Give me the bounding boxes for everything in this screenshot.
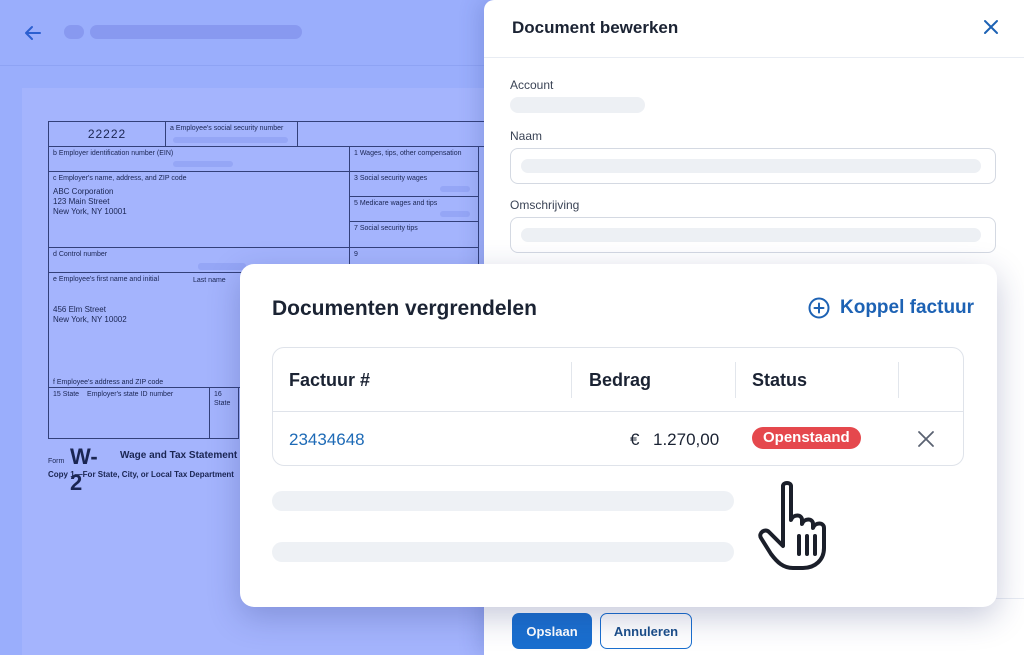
amount-value: 1.270,00 bbox=[653, 430, 720, 449]
form-word: Form bbox=[48, 458, 65, 465]
copy-line: Copy 1—For State, City, or Local Tax Dep… bbox=[48, 470, 234, 479]
w2-box-7-label: 7 Social security tips bbox=[354, 225, 418, 232]
table-header: Factuur # Bedrag Status bbox=[273, 348, 963, 412]
w2-box-16-label: 16 State bbox=[214, 391, 231, 407]
employee-city: New York, NY 10002 bbox=[53, 315, 127, 324]
content-placeholder bbox=[272, 491, 734, 511]
app-topbar bbox=[0, 0, 484, 66]
naam-value-placeholder bbox=[521, 159, 981, 173]
w2-box-15b-label: Employer's state ID number bbox=[87, 391, 174, 398]
w2-box-9-label: 9 bbox=[354, 251, 358, 258]
hand-pointer-icon bbox=[758, 481, 826, 570]
column-divider bbox=[735, 362, 736, 398]
box-5-placeholder bbox=[440, 211, 470, 217]
table-row: 23434648 € 1.270,00 Openstaand bbox=[273, 412, 963, 467]
w2-box-a: a Employee's social security number bbox=[165, 121, 298, 147]
w2-box-3-label: 3 Social security wages bbox=[354, 175, 428, 182]
account-value-placeholder bbox=[510, 97, 645, 113]
naam-label: Naam bbox=[510, 129, 543, 143]
account-label: Account bbox=[510, 78, 554, 92]
w2-box-d-label: d Control number bbox=[53, 251, 108, 258]
w2-box-c-label: c Employer's name, address, and ZIP code bbox=[53, 175, 187, 182]
employer-city: New York, NY 10001 bbox=[53, 207, 127, 216]
save-button[interactable]: Opslaan bbox=[512, 613, 592, 649]
panel-title: Document bewerken bbox=[512, 18, 679, 37]
w2-control-code: 22222 bbox=[87, 126, 127, 141]
w2-box-1-label: 1 Wages, tips, other compensation bbox=[354, 150, 462, 157]
employer-address: ABC Corporation 123 Main Street New York… bbox=[53, 187, 127, 217]
employer-name: ABC Corporation bbox=[53, 187, 114, 196]
omschrijving-input[interactable] bbox=[510, 217, 996, 253]
column-header-invoice: Factuur # bbox=[289, 370, 371, 390]
employer-street: 123 Main Street bbox=[53, 197, 110, 206]
w2-box-7: 7 Social security tips bbox=[349, 221, 479, 248]
name-placeholder bbox=[198, 264, 246, 270]
column-divider bbox=[898, 362, 899, 398]
w2-box-e-label: e Employee's first name and initial bbox=[53, 276, 159, 283]
plus-circle-icon bbox=[808, 297, 830, 319]
column-divider bbox=[571, 362, 572, 398]
w2-box-15: 15 State Employer's state ID number bbox=[48, 387, 210, 439]
lock-documents-card: Documenten vergrendelen Koppel factuur F… bbox=[240, 264, 997, 607]
w2-box-5-label: 5 Medicare wages and tips bbox=[354, 200, 438, 207]
w2-box-a-value bbox=[297, 121, 497, 147]
amount-currency: € bbox=[630, 430, 640, 449]
breadcrumb-placeholder bbox=[64, 25, 84, 39]
naam-input[interactable] bbox=[510, 148, 996, 184]
content-placeholder bbox=[272, 542, 734, 562]
close-icon[interactable] bbox=[982, 18, 1000, 36]
w2-box-5: 5 Medicare wages and tips bbox=[349, 196, 479, 222]
w2-box-b: b Employer identification number (EIN) bbox=[48, 146, 350, 172]
employee-address: 456 Elm Street New York, NY 10002 bbox=[53, 305, 127, 325]
w2-box-1: 1 Wages, tips, other compensation bbox=[349, 146, 479, 172]
w2-box-3: 3 Social security wages bbox=[349, 171, 479, 197]
link-invoice-label: Koppel factuur bbox=[840, 297, 975, 318]
invoice-table: Factuur # Bedrag Status 23434648 € 1.270… bbox=[272, 347, 964, 466]
breadcrumb-title-placeholder bbox=[90, 25, 302, 39]
column-header-status: Status bbox=[752, 370, 808, 390]
ssn-placeholder bbox=[173, 137, 288, 143]
w2-box-16: 16 State bbox=[209, 387, 239, 439]
w2-control-code-box: 22222 bbox=[48, 121, 166, 147]
w2-box-b-label: b Employer identification number (EIN) bbox=[53, 150, 174, 157]
box-3-placeholder bbox=[440, 186, 470, 192]
omschrijving-value-placeholder bbox=[521, 228, 981, 242]
link-invoice-button[interactable]: Koppel factuur bbox=[808, 297, 974, 319]
employee-street: 456 Elm Street bbox=[53, 305, 106, 314]
back-arrow-icon[interactable] bbox=[22, 22, 44, 44]
form-title: Wage and Tax Statement bbox=[120, 450, 238, 461]
modal-title: Documenten vergrendelen bbox=[272, 297, 537, 320]
panel-header: Document bewerken bbox=[484, 0, 1024, 58]
omschrijving-label: Omschrijving bbox=[510, 198, 580, 212]
column-header-amount: Bedrag bbox=[589, 370, 652, 390]
w2-box-15-label: 15 State bbox=[53, 391, 80, 398]
invoice-number-link[interactable]: 23434648 bbox=[289, 430, 365, 450]
remove-row-icon[interactable] bbox=[917, 430, 935, 448]
ein-placeholder bbox=[173, 161, 233, 167]
status-badge: Openstaand bbox=[752, 427, 861, 449]
w2-last-name-label: Last name bbox=[193, 277, 226, 284]
cancel-button[interactable]: Annuleren bbox=[600, 613, 692, 649]
w2-box-a-label: a Employee's social security number bbox=[170, 125, 284, 132]
